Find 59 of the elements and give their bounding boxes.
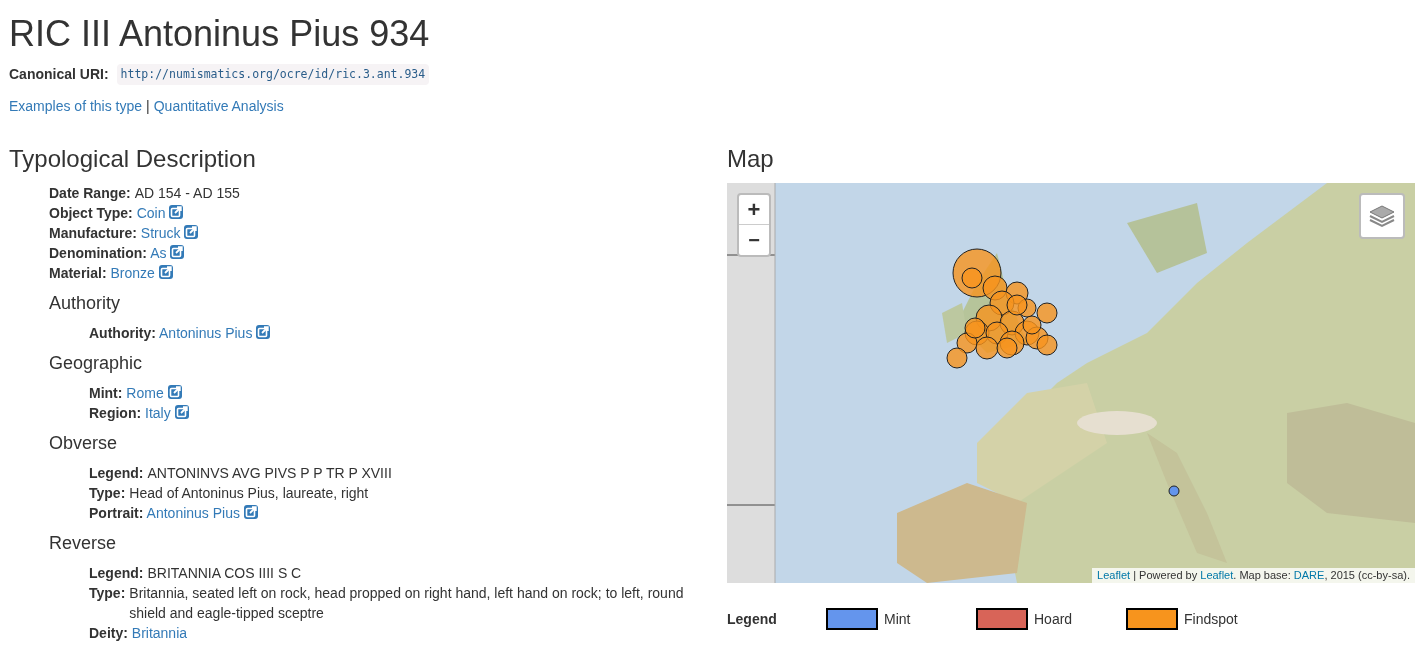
canonical-uri: http://numismatics.org/ocre/id/ric.3.ant.934 [116,64,430,86]
field-link[interactable]: Italy [145,405,171,422]
field-link[interactable]: Antoninus Pius [159,325,253,342]
field-label: Deity: [89,625,128,642]
field-label: Authority: [89,325,156,342]
attribution-link[interactable]: Leaflet [1097,569,1131,582]
field-label: Material: [49,265,107,282]
external-link-icon [167,385,182,400]
zoom-out-button[interactable]: − [739,225,769,256]
canonical-uri-label: Canonical URI: [9,65,109,85]
field-value: BRITANNIA COS IIII S C [147,564,302,584]
field-value: AD 154 - AD 155 [134,184,240,204]
field-link[interactable]: Antoninus Pius [146,505,240,522]
page-title: RIC III Antoninus Pius 934 [9,14,431,54]
field-label: Object Type: [49,205,133,222]
legend-item-label: Mint [884,609,911,629]
field-label: Region: [89,405,142,422]
subsection-heading: Authority [49,293,122,314]
field-label: Portrait: [89,505,144,522]
field-value: ANTONINVS AVG PIVS P P TR P XVIII [147,464,392,484]
zoom-in-button[interactable]: + [739,195,769,226]
field-value: Head of Antoninus Pius, laureate, right [129,484,369,504]
field-label: Type: [89,484,126,504]
field-link[interactable]: Coin [136,205,166,222]
field-label: Mint: [89,385,123,402]
legend-item-label: Findspot [1184,609,1238,629]
field-link[interactable]: As [150,245,167,262]
field-label: Manufacture: [49,225,137,242]
field-link[interactable]: Bronze [110,265,155,282]
field-link[interactable]: Rome [126,385,164,402]
field-label: Type: [89,584,126,604]
subsection-heading: Geographic [49,353,144,374]
field-label: Legend: [89,564,144,584]
subsection-heading: Obverse [49,433,119,454]
map[interactable]: + − Leaflet | Powered by Leaflet. Map base: DARE, 2015 (cc-by-sa). [727,183,1415,584]
map-attribution: Leaflet | Powered by Leaflet. Map base: DARE, 2015 (cc-by-sa). [1092,568,1415,584]
layers-icon [1369,204,1395,229]
field-link[interactable]: Britannia [131,625,188,642]
external-link-icon [256,325,271,340]
external-link-icon [170,245,185,260]
field-link[interactable]: Struck [140,225,181,242]
legend-item-label: Hoard [1034,609,1073,629]
external-link-icon [184,225,199,240]
field-value: Britannia, seated left on rock, head propped on right hand, left hand on rock; to left, round shield and eagle-tipped sceptre [129,584,685,624]
external-link-icon [158,265,173,280]
external-link-icon [169,205,184,220]
field-label: Date Range: [49,184,131,204]
analysis-link[interactable]: Quantitative Analysis [153,96,284,118]
section-heading: Typological Description [9,145,257,174]
external-link-icon [174,405,189,420]
field-label: Legend: [89,464,144,484]
map-heading: Map [727,145,775,174]
legend-label: Legend [727,609,778,629]
layers-button[interactable] [1359,193,1405,240]
link-separator: | [146,97,150,117]
subsection-heading: Reverse [49,533,118,554]
examples-link[interactable]: Examples of this type [9,96,143,118]
field-label: Denomination: [49,245,147,262]
external-link-icon [244,505,258,520]
